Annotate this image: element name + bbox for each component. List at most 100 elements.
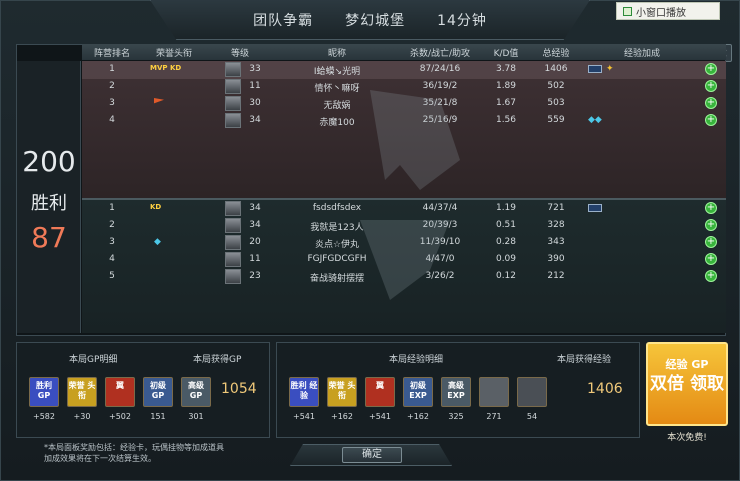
player-rank: 2 <box>109 220 115 230</box>
player-kd: 0.51 <box>495 220 517 230</box>
header-rank: 阵营排名 <box>93 49 130 59</box>
rank-insignia-icon <box>225 96 241 111</box>
player-rank: 2 <box>109 81 115 91</box>
player-level: 11 <box>249 254 261 264</box>
reward-count: 325 <box>448 412 464 421</box>
mini-window-button[interactable]: 小窗口播放 <box>616 2 720 20</box>
promo-note: 本次免费! <box>667 433 707 443</box>
gp-total: 1054 <box>221 381 257 397</box>
player-rank: 3 <box>109 98 115 108</box>
match-time: 14分钟 <box>437 12 487 29</box>
header-bonus: 经验加成 <box>623 49 660 59</box>
exp-panel: 本局经验明细 本局获得经验 1406 胜利 经验 +541 荣誉 头衔 +162 翼 +5… <box>276 342 640 438</box>
player-rank: 1 <box>109 64 115 74</box>
rank-insignia-icon <box>225 113 241 128</box>
reward-count: +582 <box>33 412 55 421</box>
reward-count: 301 <box>188 412 204 421</box>
reward-item-icon: 初级 GP <box>143 377 173 407</box>
player-rank: 4 <box>109 254 115 264</box>
reward-item-icon: 翼 <box>105 377 135 407</box>
add-friend-button[interactable]: + <box>705 270 717 282</box>
player-exp: 721 <box>547 203 565 213</box>
add-friend-button[interactable]: + <box>705 236 717 248</box>
header-kd: K/D值 <box>493 49 519 59</box>
player-exp: 502 <box>547 81 565 91</box>
player-level: 34 <box>249 203 261 213</box>
add-friend-button[interactable]: + <box>705 114 717 126</box>
honor-badge: MVP KD <box>150 64 182 72</box>
player-kd: 1.89 <box>495 81 517 91</box>
rank-insignia-icon <box>225 235 241 250</box>
player-kd: 1.67 <box>495 98 517 108</box>
map-name: 梦幻城堡 <box>345 12 406 29</box>
promo-line1: 经验 GP <box>665 358 709 371</box>
player-level: 20 <box>249 237 261 247</box>
game-mode: 团队争霸 <box>253 12 314 29</box>
team-emblem-icon <box>360 90 460 300</box>
player-kd: 0.09 <box>495 254 517 264</box>
player-rank: 5 <box>109 271 115 281</box>
player-kd: 0.12 <box>495 271 517 281</box>
double-reward-button[interactable]: 经验 GP 双倍 领取 <box>646 342 728 426</box>
match-info-bar: 团队争霸 梦幻城堡 14分钟 <box>150 0 590 40</box>
exp-total: 1406 <box>587 381 623 397</box>
promo-line2: 双倍 领取 <box>650 374 724 394</box>
player-rank: 3 <box>109 237 115 247</box>
reward-item-icon: 荣誉 头衔 <box>67 377 97 407</box>
player-exp: 390 <box>547 254 565 264</box>
header-kda: 杀数/战亡/助攻 <box>409 49 471 59</box>
gem-icon: ◆ <box>154 237 161 247</box>
player-level: 30 <box>249 98 261 108</box>
confirm-button[interactable]: 确定 <box>342 447 402 463</box>
add-friend-button[interactable]: + <box>705 202 717 214</box>
exp-card-icon <box>588 204 602 212</box>
add-friend-button[interactable]: + <box>705 63 717 75</box>
reward-count: +30 <box>73 412 91 421</box>
player-rank: 1 <box>109 203 115 213</box>
gp-panel: 本局GP明细 本局获得GP 1054 胜利 GP +582 荣誉 头衔 +30 翼 +50… <box>16 342 270 438</box>
mini-window-label: 小窗口播放 <box>636 7 686 19</box>
player-kd: 0.28 <box>495 237 517 247</box>
player-kd: 1.19 <box>495 203 517 213</box>
exp-total-label: 本局获得经验 <box>557 355 612 365</box>
reward-item-icon: 高级 GP <box>181 377 211 407</box>
gp-panel-title: 本局GP明细 <box>69 355 118 365</box>
result-label: 胜利 <box>31 193 67 214</box>
flag-icon <box>154 98 164 104</box>
rank-insignia-icon <box>225 218 241 233</box>
player-exp: 328 <box>547 220 565 230</box>
header-honor: 荣誉头衔 <box>155 49 192 59</box>
reward-count: +541 <box>293 412 315 421</box>
player-kd: 3.78 <box>495 64 517 74</box>
reward-count: +162 <box>331 412 353 421</box>
reward-count: 271 <box>486 412 502 421</box>
bonus-note-line2: 加成效果将在下一次结算生效。 <box>44 454 156 463</box>
player-level: 34 <box>249 220 261 230</box>
rank-insignia-icon <box>225 62 241 77</box>
add-friend-button[interactable]: + <box>705 219 717 231</box>
player-exp: 212 <box>547 271 565 281</box>
reward-count: +502 <box>109 412 131 421</box>
team-a-score: 200 <box>22 145 76 178</box>
player-exp: 503 <box>547 98 565 108</box>
add-friend-button[interactable]: + <box>705 80 717 92</box>
player-level: 11 <box>249 81 261 91</box>
reward-item-icon: 翼 <box>365 377 395 407</box>
header-name: 昵称 <box>327 49 346 59</box>
player-exp: 559 <box>547 115 565 125</box>
player-exp: 1406 <box>544 64 568 74</box>
add-friend-button[interactable]: + <box>705 97 717 109</box>
gem-bonus-icon: ◆◆ <box>588 115 602 125</box>
rank-insignia-icon <box>225 252 241 267</box>
player-exp: 343 <box>547 237 565 247</box>
rank-insignia-icon <box>225 269 241 284</box>
add-friend-button[interactable]: + <box>705 253 717 265</box>
player-level: 23 <box>249 271 261 281</box>
header-exp: 总经验 <box>542 49 570 59</box>
player-kd: 1.56 <box>495 115 517 125</box>
rank-insignia-icon <box>225 201 241 216</box>
player-level: 34 <box>249 115 261 125</box>
team-b-score: 87 <box>31 221 67 254</box>
rank-insignia-icon <box>225 79 241 94</box>
reward-count: 54 <box>526 412 538 421</box>
